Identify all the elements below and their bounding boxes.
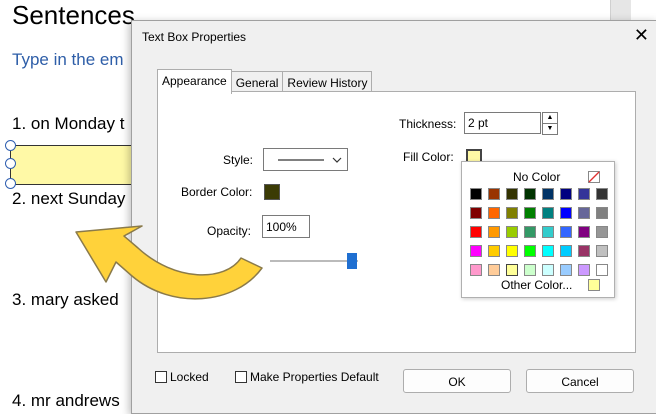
resize-handle[interactable] [5, 178, 16, 189]
resize-handle[interactable] [5, 158, 16, 169]
document-title: Sentences [12, 0, 135, 30]
color-swatch[interactable] [488, 226, 500, 238]
opacity-slider-track[interactable] [270, 260, 358, 262]
style-dropdown[interactable] [263, 148, 348, 171]
resize-handle[interactable] [5, 140, 16, 151]
color-swatch[interactable] [470, 245, 482, 257]
color-swatch[interactable] [470, 188, 482, 200]
cancel-button[interactable]: Cancel [526, 369, 634, 393]
style-label: Style: [223, 153, 254, 167]
thickness-input[interactable] [464, 112, 541, 134]
document-line: 1. on Monday t [12, 114, 125, 133]
chevron-down-icon [332, 157, 342, 163]
color-swatch[interactable] [524, 207, 536, 219]
color-swatch[interactable] [506, 207, 518, 219]
color-swatch[interactable] [488, 245, 500, 257]
color-swatch[interactable] [560, 207, 572, 219]
locked-checkbox[interactable] [155, 371, 167, 383]
color-swatch[interactable] [470, 207, 482, 219]
color-swatch[interactable] [596, 207, 608, 219]
line-style-preview [278, 159, 324, 161]
close-icon[interactable]: ✕ [634, 25, 649, 45]
no-color-icon[interactable] [588, 171, 600, 183]
opacity-input[interactable] [262, 215, 310, 238]
other-color-swatch[interactable] [588, 279, 600, 291]
color-swatch[interactable] [596, 188, 608, 200]
make-default-checkbox[interactable] [235, 371, 247, 383]
opacity-slider-thumb[interactable] [347, 253, 357, 269]
color-swatch[interactable] [524, 188, 536, 200]
text-box-annotation[interactable] [10, 145, 134, 185]
color-swatch[interactable] [596, 264, 608, 276]
color-swatch[interactable] [560, 226, 572, 238]
scrollbar-strip[interactable] [610, 0, 631, 22]
color-swatch[interactable] [560, 188, 572, 200]
color-swatch[interactable] [524, 226, 536, 238]
fill-color-label: Fill Color: [403, 150, 454, 164]
color-swatch[interactable] [506, 264, 518, 276]
color-swatch[interactable] [578, 264, 590, 276]
locked-label: Locked [170, 370, 209, 384]
color-swatch[interactable] [470, 264, 482, 276]
fill-color-palette: No Color Other Color... [461, 161, 615, 298]
ok-button[interactable]: OK [403, 369, 511, 393]
document-line: 2. next Sunday [12, 189, 126, 208]
color-swatch[interactable] [560, 264, 572, 276]
border-color-button[interactable] [264, 184, 280, 200]
color-swatch[interactable] [470, 226, 482, 238]
document-line: 3. mary asked [12, 290, 119, 309]
color-swatch[interactable] [506, 188, 518, 200]
thickness-label: Thickness: [399, 117, 457, 131]
color-swatch[interactable] [578, 207, 590, 219]
color-grid [470, 188, 608, 276]
color-swatch[interactable] [524, 264, 536, 276]
opacity-label: Opacity: [207, 224, 252, 238]
dialog-title: Text Box Properties [142, 30, 247, 44]
color-swatch[interactable] [578, 245, 590, 257]
color-swatch[interactable] [488, 207, 500, 219]
color-swatch[interactable] [542, 245, 554, 257]
document-subtitle: Type in the em [12, 50, 124, 69]
color-swatch[interactable] [488, 264, 500, 276]
color-swatch[interactable] [542, 188, 554, 200]
color-swatch[interactable] [542, 264, 554, 276]
color-swatch[interactable] [488, 188, 500, 200]
border-color-label: Border Color: [181, 185, 253, 199]
color-swatch[interactable] [506, 245, 518, 257]
no-color-option[interactable]: No Color [513, 170, 560, 184]
document-line: 4. mr andrews [12, 391, 120, 410]
thickness-down-button[interactable]: ▼ [542, 123, 558, 135]
color-swatch[interactable] [560, 245, 572, 257]
color-swatch[interactable] [596, 245, 608, 257]
other-color-option[interactable]: Other Color... [501, 278, 572, 292]
color-swatch[interactable] [524, 245, 536, 257]
tab-appearance[interactable]: Appearance [157, 69, 232, 94]
color-swatch[interactable] [596, 226, 608, 238]
color-swatch[interactable] [506, 226, 518, 238]
color-swatch[interactable] [578, 226, 590, 238]
make-default-label: Make Properties Default [250, 370, 379, 384]
color-swatch[interactable] [542, 207, 554, 219]
color-swatch[interactable] [578, 188, 590, 200]
text-box-properties-dialog: Text Box Properties ✕ Appearance General… [131, 20, 656, 414]
color-swatch[interactable] [542, 226, 554, 238]
